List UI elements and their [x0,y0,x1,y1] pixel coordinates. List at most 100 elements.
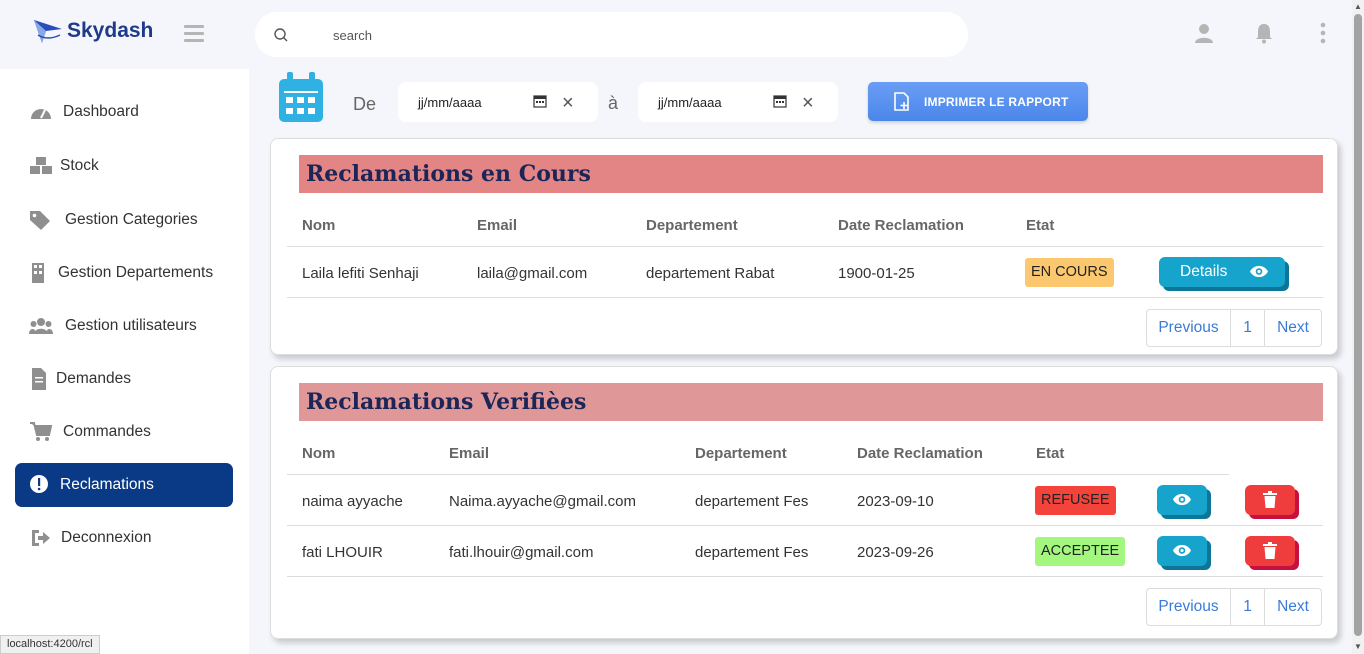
scroll-down-icon[interactable]: ▼ [1354,643,1362,651]
skydash-logo-icon [34,20,62,43]
column-header-date: Date Reclamation [838,217,964,234]
calendar-icon [279,72,323,122]
delete-button[interactable] [1245,485,1295,515]
table-cell-date: 2023-09-26 [857,544,934,561]
search-input[interactable] [333,25,933,45]
eye-icon [1250,265,1268,278]
sidebar-item-commandes[interactable]: Commandes [15,410,233,454]
details-button[interactable]: Details [1159,257,1285,287]
dashboard-icon [31,109,51,119]
boxes-icon [30,157,52,174]
card-title: Reclamations en Cours [299,155,1323,193]
brand-name: Skydash [67,19,154,42]
table-cell-departement: departement Fes [695,544,809,561]
table-cell-departement: departement Fes [695,493,809,510]
sidebar-item-reclamations[interactable]: Reclamations [15,463,233,507]
table-cell-date: 2023-09-10 [857,493,934,510]
date-to-value: jj/mm/aaaa [658,95,722,110]
column-header-etat: Etat [1026,217,1055,234]
sidebar-item-label: Gestion Categories [65,211,198,228]
pagination-page-1[interactable]: 1 [1231,310,1265,346]
building-icon [32,263,44,283]
menu-toggle-icon[interactable] [184,25,204,43]
view-button[interactable] [1157,536,1207,566]
column-header-etat: Etat [1036,445,1065,462]
sidebar-item-stock[interactable]: Stock [15,144,233,188]
more-vertical-icon[interactable] [1312,22,1334,44]
sidebar-item-label: Gestion Departements [58,264,214,281]
scroll-thumb[interactable] [1354,14,1362,636]
trash-icon [1263,491,1277,508]
file-add-icon [894,92,909,111]
sidebar-item-label: Gestion utilisateurs [65,317,197,334]
card-title: Reclamations Verifièes [299,383,1323,421]
column-header-date: Date Reclamation [857,445,983,462]
table-cell-email: Naima.ayyache@gmail.com [449,493,636,510]
column-header-email: Email [449,445,490,462]
sidebar-item-label: Demandes [56,370,131,387]
delete-button[interactable] [1245,536,1295,566]
search-bar [255,12,968,57]
sidebar-item-deconnexion[interactable]: Deconnexion [15,516,233,560]
scroll-up-icon[interactable]: ▲ [1354,3,1362,11]
column-header-nom: Nom [302,217,336,234]
bell-icon[interactable] [1253,22,1275,44]
clear-icon[interactable]: × [802,93,814,113]
column-header-departement: Departement [646,217,738,234]
sidebar-item-gestion-categories[interactable]: Gestion Categories [15,198,233,242]
sidebar: Dashboard Stock Gestion Categories Gesti… [0,69,249,654]
table-cell-email: laila@gmail.com [477,265,588,282]
status-badge: ACCEPTEE [1035,537,1126,566]
date-from-value: jj/mm/aaaa [418,95,482,110]
sidebar-item-gestion-utilisateurs[interactable]: Gestion utilisateurs [15,304,233,348]
reclamations-verifiees-card: Reclamations Verifièes Nom Email Departe… [270,366,1338,639]
sidebar-item-label: Dashboard [63,103,139,120]
status-badge: REFUSEE [1035,486,1116,515]
document-icon [32,368,46,390]
table-cell-nom: naima ayyache [302,493,403,510]
search-icon [274,28,288,42]
view-button[interactable] [1157,485,1207,515]
pagination-page-1[interactable]: 1 [1231,589,1265,625]
tags-icon [30,211,50,230]
scrollbar[interactable]: ▲ ▼ [1352,0,1364,654]
sidebar-item-label: Deconnexion [61,529,152,546]
calendar-picker-icon[interactable] [533,94,547,108]
pagination: Previous 1 Next [1146,309,1322,347]
sidebar-item-label: Reclamations [60,476,154,493]
status-badge: EN COURS [1025,258,1114,287]
column-header-departement: Departement [695,445,787,462]
print-report-button[interactable]: IMPRIMER LE RAPPORT [868,82,1088,121]
clear-icon[interactable]: × [562,93,574,113]
pagination-previous[interactable]: Previous [1147,589,1231,625]
sidebar-item-gestion-departements[interactable]: Gestion Departements [15,251,233,295]
pagination-next[interactable]: Next [1265,310,1321,346]
pagination: Previous 1 Next [1146,588,1322,626]
date-from-input[interactable]: jj/mm/aaaa × [398,82,598,122]
column-header-nom: Nom [302,445,336,462]
pagination-previous[interactable]: Previous [1147,310,1231,346]
eye-icon [1173,544,1191,557]
date-to-input[interactable]: jj/mm/aaaa × [638,82,838,122]
calendar-picker-icon[interactable] [773,94,787,108]
date-from-label: De [353,94,377,114]
print-report-label: IMPRIMER LE RAPPORT [924,95,1069,109]
brand[interactable]: Skydash [0,0,249,69]
top-bar: Skydash [0,0,1352,69]
date-to-label: à [608,93,619,113]
exclamation-circle-icon [30,475,48,493]
cart-icon [30,422,53,441]
users-icon [29,318,53,334]
logout-icon [32,530,50,546]
pagination-next[interactable]: Next [1265,589,1321,625]
divider [287,297,1323,298]
table-cell-nom: fati LHOUIR [302,544,383,561]
sidebar-item-dashboard[interactable]: Dashboard [15,90,233,134]
table-cell-email: fati.lhouir@gmail.com [449,544,594,561]
sidebar-item-label: Stock [60,157,99,174]
divider [287,525,1323,526]
column-header-email: Email [477,217,518,234]
sidebar-item-demandes[interactable]: Demandes [15,357,233,401]
user-icon[interactable] [1193,22,1215,44]
table-cell-nom: Laila lefiti Senhaji [302,265,419,282]
